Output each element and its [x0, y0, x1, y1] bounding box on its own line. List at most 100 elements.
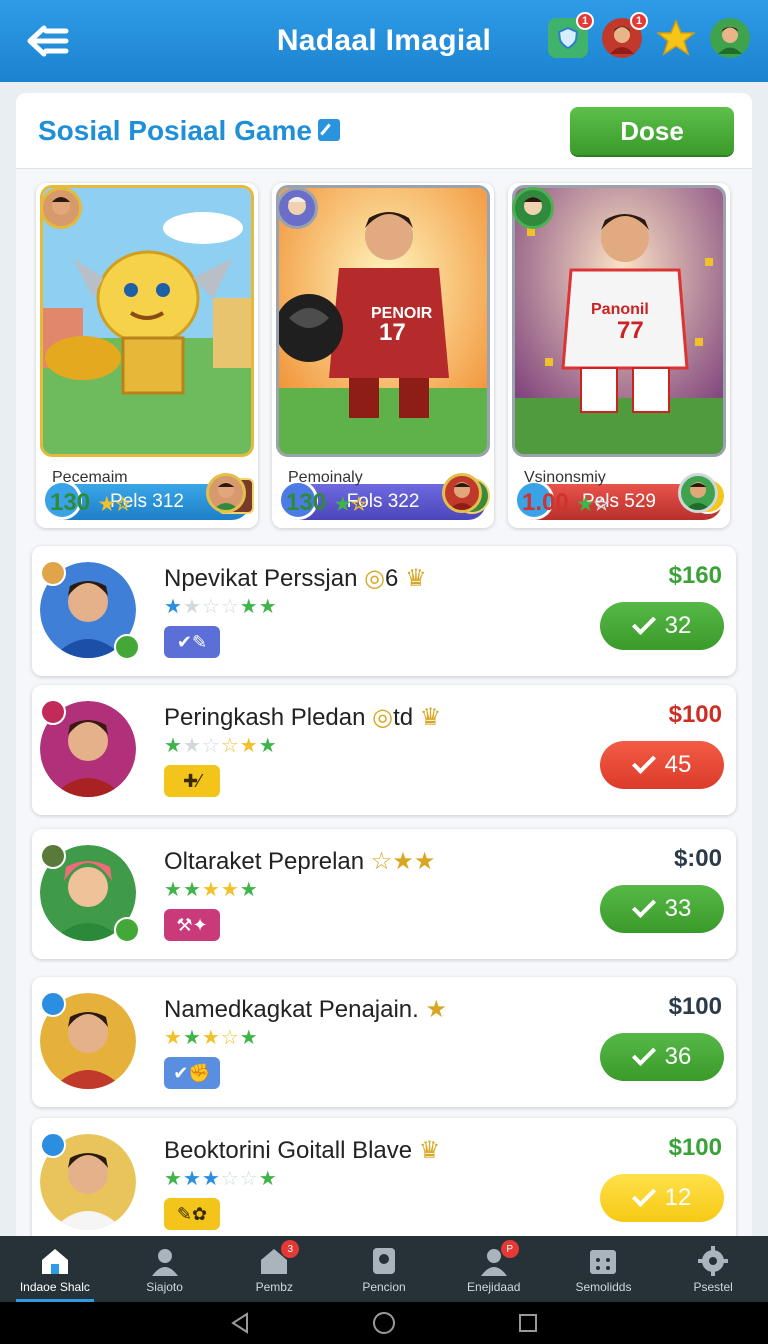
- bottom-nav: Indaoe Shalc Siajoto 3 Pembz Pencion P E…: [0, 1236, 768, 1302]
- player-name-text: Namedkagkat Penajain.: [164, 996, 419, 1023]
- nav-item-store[interactable]: 3 Pembz: [219, 1236, 329, 1302]
- nav-item-profile[interactable]: Siajoto: [110, 1236, 220, 1302]
- list-item[interactable]: Npevikat Perssjan ◎6 ♛ ★★☆☆★★ ✔✎ $160 32: [32, 546, 736, 676]
- nav-item-home[interactable]: Indaoe Shalc: [0, 1236, 110, 1302]
- card-score-value: 1.00: [522, 489, 569, 516]
- profile-avatar[interactable]: 1: [602, 12, 648, 58]
- crown-icon: ♛: [419, 704, 442, 731]
- list-item[interactable]: Peringkash Pledan ◎td ♛ ★★☆☆★★ ✚⁄ $100 4…: [32, 685, 736, 815]
- card-name: Vsinonsmiy: [524, 469, 606, 486]
- rating-stars: ★★★★★: [164, 879, 259, 901]
- card-name: Pemoinaly: [288, 469, 363, 486]
- svg-text:Panonil: Panonil: [591, 301, 649, 318]
- rank-icon: [40, 560, 66, 586]
- featured-cards: Pels 312 Pecemaim 130 ★☆ PENOIR 17 Fols …: [36, 183, 736, 528]
- item-badge-icon: ✔✎: [164, 626, 220, 658]
- crown-icon: ♛: [418, 1137, 441, 1164]
- notification-badge: 1: [576, 12, 594, 30]
- list-item[interactable]: Namedkagkat Penajain. ★ ★★★☆★ ✔✊ $100 36: [32, 977, 736, 1107]
- main-panel: Sosial Posiaal Game Dose Pels 312 Pecema…: [16, 93, 752, 1243]
- creator-avatar: [276, 187, 318, 229]
- list-item[interactable]: Oltaraket Peprelan ☆★★ ★★★★★ ⚒✦ $:00 33: [32, 829, 736, 959]
- creator-avatar: [512, 187, 554, 229]
- select-button[interactable]: 33: [600, 885, 724, 933]
- nav-badge: 3: [281, 1240, 300, 1258]
- select-button-label: 45: [664, 751, 692, 778]
- list-item[interactable]: Beoktorini Goitall Blave ♛ ★★★☆☆★ ✎✿ $10…: [32, 1118, 736, 1243]
- rating-stars: ★☆: [98, 494, 131, 514]
- player-avatar[interactable]: [206, 473, 246, 513]
- rank-icon: [40, 1132, 66, 1158]
- verified-icon: [114, 917, 140, 943]
- system-recents-icon[interactable]: [517, 1312, 539, 1334]
- card-score: 130 ★☆: [50, 489, 131, 517]
- player-name: Peringkash Pledan ◎td ♛: [164, 703, 441, 732]
- rank-icon: [40, 843, 66, 869]
- rank-icon: [40, 991, 66, 1017]
- price: $100: [668, 1134, 722, 1161]
- check-icon: [631, 1182, 656, 1208]
- select-button[interactable]: 32: [600, 602, 724, 650]
- select-button-label: 36: [664, 1043, 692, 1070]
- star-rating-icon: ☆★★: [370, 848, 436, 875]
- select-button[interactable]: 12: [600, 1174, 724, 1222]
- rating-stars: ★★★☆★: [164, 1027, 259, 1049]
- featured-card[interactable]: Pels 312 Pecemaim 130 ★☆: [36, 183, 258, 528]
- friend-avatar[interactable]: [710, 18, 750, 58]
- player-avatar[interactable]: [678, 473, 718, 513]
- nav-item-events[interactable]: Semolidds: [549, 1236, 659, 1302]
- nav-label: Semolidds: [575, 1280, 632, 1294]
- featured-card[interactable]: PENOIR 17 Fols 322 Pemoinaly 130 ★☆: [272, 183, 494, 528]
- star-icon: ★: [425, 996, 448, 1023]
- crown-icon: ♛: [405, 565, 427, 592]
- calendar-icon: [590, 1250, 617, 1274]
- featured-card[interactable]: Panonil 77 Pels 529 Vsinonsmiy 1.00 ★☆: [508, 183, 730, 528]
- nav-label: Siajoto: [146, 1280, 183, 1294]
- rating-stars: ★★★☆☆★: [164, 1168, 278, 1190]
- store-icon: 3: [257, 1240, 300, 1276]
- rating-stars: ★☆: [334, 494, 367, 514]
- panel-title: Sosial Posiaal Game: [38, 115, 340, 147]
- price: $100: [668, 701, 722, 728]
- player-avatar[interactable]: [442, 473, 482, 513]
- player-name-text: Npevikat Perssjan: [164, 565, 358, 592]
- item-badge-icon: ✎✿: [164, 1198, 220, 1230]
- nav-item-settings[interactable]: Psestel: [658, 1236, 768, 1302]
- player-name: Npevikat Perssjan ◎6 ♛: [164, 564, 427, 593]
- price: $:00: [673, 845, 722, 872]
- select-button[interactable]: 36: [600, 1033, 724, 1081]
- card-score-value: 130: [286, 489, 327, 516]
- select-button[interactable]: 45: [600, 741, 724, 789]
- app-bar: Nadaal Imagial 1 1: [0, 0, 768, 82]
- system-back-icon[interactable]: [229, 1312, 251, 1334]
- star-icon[interactable]: [656, 18, 696, 58]
- player-name: Oltaraket Peprelan ☆★★: [164, 847, 435, 876]
- check-icon: [631, 1041, 656, 1067]
- nav-item-search[interactable]: Pencion: [329, 1236, 439, 1302]
- panel-title-text: Sosial Posiaal Game: [38, 115, 312, 146]
- done-button[interactable]: Dose: [570, 107, 734, 155]
- nav-label: Psestel: [693, 1280, 733, 1294]
- item-badge-icon: ✚⁄: [164, 765, 220, 797]
- verified-icon: [114, 634, 140, 660]
- card-score-value: 130: [50, 489, 91, 516]
- player-name-text: Oltaraket Peprelan: [164, 848, 365, 875]
- nav-item-friends[interactable]: P Enejidaad: [439, 1236, 549, 1302]
- nav-label: Pembz: [255, 1280, 293, 1294]
- player-name-text: Beoktorini Goitall Blave: [164, 1137, 413, 1164]
- svg-text:77: 77: [617, 317, 644, 344]
- select-button-label: 33: [664, 895, 692, 922]
- rating-stars: ★★☆☆★★: [164, 596, 278, 618]
- shield-icon[interactable]: 1: [548, 12, 594, 58]
- star-icon: [40, 699, 66, 725]
- system-home-icon[interactable]: [371, 1310, 397, 1336]
- player-name-suffix: td: [393, 704, 414, 731]
- edit-icon[interactable]: [317, 118, 340, 141]
- item-badge-icon: ⚒✦: [164, 909, 220, 941]
- item-badge-icon: ✔✊: [164, 1057, 220, 1089]
- home-icon: [41, 1249, 68, 1274]
- check-icon: [631, 610, 656, 636]
- search-icon: [373, 1248, 396, 1274]
- coin-icon: ◎: [372, 704, 394, 731]
- creator-avatar: [40, 187, 82, 229]
